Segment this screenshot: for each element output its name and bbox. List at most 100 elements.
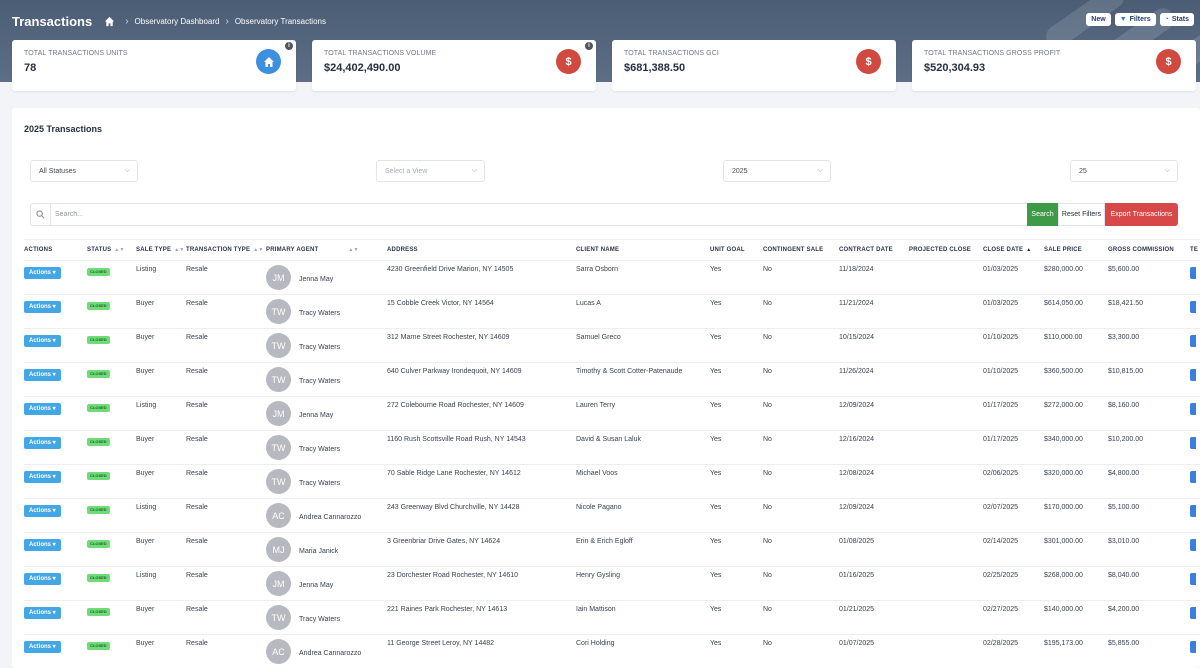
agent-name: Jenna May	[299, 582, 334, 589]
contract-date-cell: 10/15/2024	[839, 328, 909, 363]
close-date-cell: 01/17/2025	[983, 430, 1044, 465]
status-badge: CLOSED	[87, 302, 110, 310]
agent-name: Tracy Waters	[299, 344, 341, 351]
row-edge-button[interactable]	[1190, 301, 1196, 313]
actions-dropdown-button[interactable]: Actions ▾	[24, 403, 61, 415]
info-icon[interactable]: i	[585, 42, 593, 50]
primary-agent: MJ Maria Janick	[266, 537, 387, 564]
contract-date-cell: 12/09/2024	[839, 498, 909, 533]
sale-price-cell: $280,000.00	[1044, 260, 1108, 295]
column-header[interactable]: STATUS ▲▼	[87, 239, 136, 261]
row-edge-button[interactable]	[1190, 267, 1196, 279]
transaction-type-cell: Resale	[186, 294, 266, 329]
actions-dropdown-button[interactable]: Actions ▾	[24, 301, 61, 313]
transaction-type-cell: Resale	[186, 634, 266, 668]
table-row: Actions ▾ CLOSED Buyer Resale MJ Maria Janick…	[24, 532, 1200, 567]
sale-price-cell: $301,000.00	[1044, 532, 1108, 567]
row-edge-button[interactable]	[1190, 505, 1196, 517]
contingent-sale-cell: No	[763, 430, 839, 465]
row-edge-button[interactable]	[1190, 471, 1196, 483]
sale-price-cell: $268,000.00	[1044, 566, 1108, 601]
column-header[interactable]: CLOSE DATE ▲	[983, 239, 1044, 261]
chevron-down-icon: ⌵	[1164, 167, 1170, 174]
actions-dropdown-button[interactable]: Actions ▾	[24, 471, 61, 483]
contingent-sale-cell: No	[763, 600, 839, 635]
status-select[interactable]: All Statuses ⌵	[30, 160, 138, 182]
row-edge-button[interactable]	[1190, 607, 1196, 619]
contract-date-cell: 01/08/2025	[839, 532, 909, 567]
actions-dropdown-button[interactable]: Actions ▾	[24, 335, 61, 347]
column-header[interactable]: CONTRACT DATE	[839, 239, 909, 261]
filters-button[interactable]: ▼ Filters	[1114, 13, 1156, 26]
column-header[interactable]: UNIT GOAL	[710, 239, 763, 261]
agent-name: Andrea Cannarozzo	[299, 650, 362, 657]
contract-date-cell: 11/21/2024	[839, 294, 909, 329]
table-row: Actions ▾ CLOSED Listing Resale JM Jenna May 2…	[24, 566, 1200, 601]
breadcrumb: Transactions › Observatory Dashboard › O…	[12, 12, 326, 30]
column-header[interactable]: TE	[1190, 239, 1200, 261]
column-header[interactable]: CLIENT NAME	[576, 239, 710, 261]
stats-button[interactable]: ◔ Stats	[1159, 13, 1194, 26]
address-cell: 312 Marne Street Rochester, NY 14609	[387, 328, 576, 363]
contract-date-cell: 12/08/2024	[839, 464, 909, 499]
row-edge-button[interactable]	[1190, 539, 1196, 551]
breadcrumb-dashboard[interactable]: Observatory Dashboard	[135, 17, 220, 26]
primary-agent: TW Tracy Waters	[266, 605, 387, 632]
actions-dropdown-button[interactable]: Actions ▾	[24, 607, 61, 619]
actions-dropdown-button[interactable]: Actions ▾	[24, 505, 61, 517]
address-cell: 15 Cobble Creek Victor, NY 14564	[387, 294, 576, 329]
column-header[interactable]: ADDRESS	[387, 239, 576, 261]
status-badge: CLOSED	[87, 438, 110, 446]
avatar: JM	[266, 571, 291, 596]
actions-dropdown-button[interactable]: Actions ▾	[24, 641, 61, 653]
view-select[interactable]: Select a View ⌵	[376, 160, 485, 182]
column-header[interactable]: PRIMARY AGENT ▲▼	[266, 239, 387, 261]
year-select[interactable]: 2025 ⌵	[723, 160, 831, 182]
sale-type-cell: Buyer	[136, 362, 186, 397]
row-edge-button[interactable]	[1190, 403, 1196, 415]
gross-commission-cell: $8,040.00	[1108, 566, 1190, 601]
actions-dropdown-button[interactable]: Actions ▾	[24, 369, 61, 381]
address-cell: 272 Colebourne Road Rochester, NY 14609	[387, 396, 576, 431]
row-edge-button[interactable]	[1190, 369, 1196, 381]
row-edge-button[interactable]	[1190, 335, 1196, 347]
stat-card-gci: TOTAL TRANSACTIONS GCI $681,388.50 $	[612, 40, 896, 91]
address-cell: 4230 Greenfield Drive Marion, NY 14505	[387, 260, 576, 295]
stat-value: $24,402,490.00	[324, 62, 401, 74]
contingent-sale-cell: No	[763, 294, 839, 329]
actions-dropdown-button[interactable]: Actions ▾	[24, 437, 61, 449]
status-badge: CLOSED	[87, 608, 110, 616]
column-header[interactable]: GROSS COMMISSION	[1108, 239, 1190, 261]
transaction-type-cell: Resale	[186, 532, 266, 567]
new-button[interactable]: New	[1086, 13, 1111, 26]
table-row: Actions ▾ CLOSED Listing Resale JM Jenna May 2…	[24, 396, 1200, 431]
column-header[interactable]: SALE TYPE ▲▼	[136, 239, 186, 261]
reset-filters-button[interactable]: Reset Filters	[1058, 203, 1105, 226]
row-edge-button[interactable]	[1190, 641, 1196, 653]
info-icon[interactable]: i	[285, 42, 293, 50]
page-size-select[interactable]: 25 ⌵	[1070, 160, 1178, 182]
primary-agent: TW Tracy Waters	[266, 333, 387, 360]
sort-icon: ▲▼	[253, 247, 264, 253]
home-icon[interactable]	[104, 16, 115, 27]
column-header[interactable]: PROJECTED CLOSE	[909, 239, 983, 261]
page-size-select-value: 25	[1079, 167, 1087, 175]
actions-dropdown-button[interactable]: Actions ▾	[24, 267, 61, 279]
client-name-cell: Timothy & Scott Cotter-Patenaude	[576, 362, 710, 397]
search-input[interactable]	[55, 208, 1015, 221]
column-header[interactable]: TRANSACTION TYPE ▲▼	[186, 239, 266, 261]
table-row: Actions ▾ CLOSED Buyer Resale AC Andrea Canna…	[24, 634, 1200, 668]
gross-commission-cell: $10,815.00	[1108, 362, 1190, 397]
export-transactions-button[interactable]: Export Transactions	[1105, 203, 1178, 226]
row-edge-button[interactable]	[1190, 437, 1196, 449]
row-edge-button[interactable]	[1190, 573, 1196, 585]
avatar: AC	[266, 639, 291, 664]
actions-dropdown-button[interactable]: Actions ▾	[24, 539, 61, 551]
search-button[interactable]: Search	[1027, 203, 1058, 226]
column-header[interactable]: SALE PRICE	[1044, 239, 1108, 261]
status-badge: CLOSED	[87, 540, 110, 548]
actions-dropdown-button[interactable]: Actions ▾	[24, 573, 61, 585]
column-header[interactable]: CONTINGENT SALE	[763, 239, 839, 261]
dollar-icon: $	[856, 49, 881, 74]
unit-goal-cell: Yes	[710, 396, 763, 431]
